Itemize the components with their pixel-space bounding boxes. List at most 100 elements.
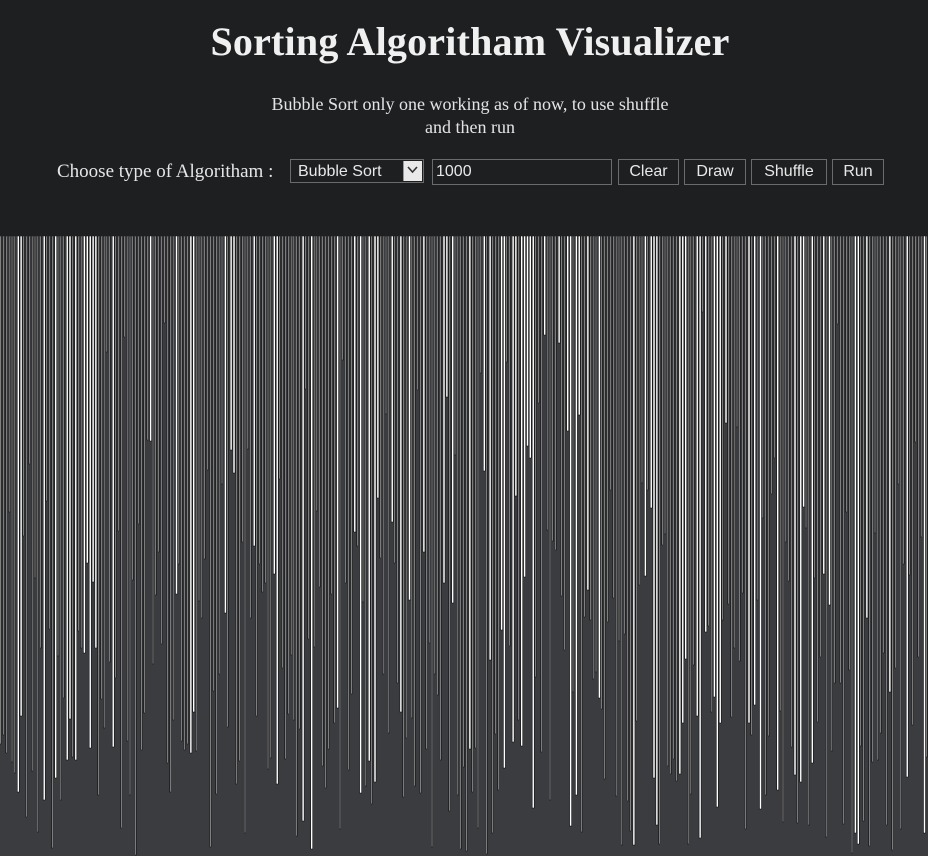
sort-bar — [782, 236, 784, 823]
shuffle-button[interactable]: Shuffle — [751, 159, 827, 185]
sort-bar — [716, 236, 719, 808]
sort-bar — [201, 236, 203, 619]
sort-bar — [227, 236, 229, 728]
sort-bar — [842, 236, 845, 825]
sort-bar — [293, 236, 295, 721]
sort-bar — [51, 236, 54, 849]
sort-bar — [25, 236, 28, 818]
sort-bar — [655, 236, 659, 826]
bar-count-input[interactable] — [432, 159, 612, 185]
sort-bar — [603, 236, 606, 780]
page-title: Sorting Algoritham Visualizer — [210, 19, 730, 64]
sort-bar — [690, 236, 692, 795]
sort-bar — [805, 236, 807, 529]
sort-bar — [647, 236, 649, 491]
sort-bar — [428, 236, 430, 644]
sort-bar — [894, 236, 896, 669]
sort-bar — [28, 236, 31, 465]
sort-bar — [903, 236, 905, 565]
sort-bar — [704, 236, 708, 633]
sort-bar — [917, 236, 919, 658]
sort-bar — [488, 236, 492, 661]
sort-bar — [114, 236, 117, 679]
sort-bar — [678, 236, 682, 775]
sort-bar — [250, 236, 252, 619]
sort-bar — [580, 236, 583, 833]
chevron-down-icon[interactable] — [403, 161, 422, 181]
sort-bar — [149, 236, 152, 442]
sort-bar — [900, 236, 902, 830]
sort-bar — [526, 236, 529, 447]
sort-bar — [152, 236, 154, 665]
sort-bar — [365, 236, 367, 787]
sort-bar — [14, 236, 16, 774]
sort-bar — [160, 236, 163, 645]
sort-bar — [857, 236, 860, 845]
sort-bar — [920, 236, 922, 538]
sort-bar — [862, 236, 865, 822]
sort-bar — [63, 236, 65, 699]
sort-bar — [405, 236, 407, 739]
sort-bar — [583, 236, 586, 618]
sort-bar — [393, 236, 396, 564]
sort-bar — [457, 236, 459, 796]
sort-bar — [359, 236, 362, 794]
sort-bar — [103, 236, 105, 729]
run-button[interactable]: Run — [832, 159, 884, 185]
sort-bar — [638, 236, 640, 586]
sort-bar — [649, 236, 653, 509]
sort-bar — [695, 236, 699, 717]
sort-bar — [175, 236, 178, 595]
clear-button[interactable]: Clear — [618, 159, 679, 185]
sort-bar — [347, 236, 350, 771]
sort-bar — [146, 236, 148, 441]
sort-bar — [129, 236, 131, 796]
sort-bar — [621, 236, 623, 846]
sort-bar — [163, 236, 166, 324]
sort-bar — [301, 236, 305, 822]
sort-bar — [652, 236, 656, 779]
sort-bar — [764, 236, 767, 796]
sort-bar — [485, 236, 488, 855]
sort-bar — [744, 236, 747, 830]
draw-button[interactable]: Draw — [684, 159, 746, 185]
sort-bar — [816, 236, 819, 723]
sort-bar — [667, 236, 669, 767]
sort-bar — [569, 236, 572, 827]
sort-bar — [215, 236, 218, 795]
sort-bar — [45, 236, 48, 502]
sort-bar — [854, 236, 857, 834]
sort-bar — [342, 236, 344, 361]
sort-bar — [261, 236, 264, 593]
sort-bar — [713, 236, 716, 698]
sort-bar — [779, 236, 781, 712]
sort-bar — [235, 236, 238, 785]
sort-bar — [859, 236, 862, 747]
sort-bar — [34, 236, 36, 579]
sort-bar — [120, 236, 123, 829]
sort-bar — [819, 236, 822, 658]
sort-bar — [48, 236, 51, 630]
sort-bar — [468, 236, 472, 750]
sort-bar — [373, 236, 377, 783]
sort-bar — [549, 236, 551, 801]
sort-bar — [143, 236, 146, 714]
sort-bar — [19, 236, 23, 717]
algorithm-select[interactable]: Bubble Sort — [290, 159, 424, 183]
sort-bar — [586, 236, 590, 591]
sort-bar — [382, 236, 384, 675]
sort-bar — [914, 236, 917, 443]
sort-bar — [218, 236, 220, 675]
sort-bar — [465, 236, 468, 852]
sort-bar — [88, 236, 92, 749]
sort-bar — [796, 236, 799, 824]
sort-bar — [905, 236, 909, 778]
sort-bar — [845, 236, 848, 513]
sort-bar — [169, 236, 171, 793]
sort-bar — [595, 236, 597, 673]
sort-bar — [402, 236, 405, 798]
sort-bar — [431, 236, 433, 848]
sort-bar — [281, 236, 284, 669]
sort-bar — [192, 236, 195, 713]
sort-bar — [80, 236, 82, 649]
